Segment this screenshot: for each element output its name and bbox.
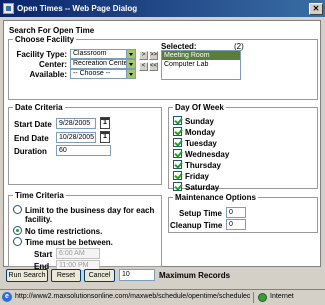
facility-type-select[interactable]: Classroom bbox=[70, 49, 136, 59]
saturday-label: Saturday bbox=[185, 183, 220, 192]
max-records-input[interactable]: 10 bbox=[119, 269, 155, 281]
time-between-label: Time must be between. bbox=[25, 238, 113, 247]
list-item[interactable]: Meeting Room bbox=[162, 51, 240, 60]
monday-label: Monday bbox=[185, 128, 216, 137]
business-day-label: Limit to the business day for each facil… bbox=[25, 206, 155, 224]
move-right-button[interactable]: > bbox=[139, 51, 148, 60]
security-zone: Internet bbox=[270, 293, 294, 300]
center-select[interactable]: Recreation Center bbox=[70, 59, 136, 69]
duration-input[interactable]: 60 bbox=[56, 145, 111, 156]
center-label: Center: bbox=[38, 60, 67, 69]
status-divider bbox=[253, 292, 254, 303]
reset-button[interactable]: Reset bbox=[51, 269, 81, 282]
time-between-radio[interactable] bbox=[13, 237, 22, 246]
status-bar: e http://www2.maxsolutionsonline.com/max… bbox=[0, 289, 325, 305]
center-value: Recreation Center bbox=[73, 60, 130, 67]
wednesday-checkbox[interactable] bbox=[173, 149, 182, 158]
thursday-checkbox[interactable] bbox=[173, 160, 182, 169]
friday-checkbox[interactable] bbox=[173, 171, 182, 180]
day-of-week-legend: Day Of Week bbox=[175, 103, 224, 112]
dialog-heading: Search For Open Time bbox=[9, 26, 95, 35]
tuesday-label: Tuesday bbox=[185, 139, 217, 148]
setup-time-input[interactable]: 0 bbox=[226, 207, 246, 218]
business-day-radio[interactable] bbox=[13, 205, 22, 214]
status-url: http://www2.maxsolutionsonline.com/maxwe… bbox=[15, 293, 250, 300]
start-date-input[interactable]: 9/28/2005 bbox=[56, 118, 96, 129]
close-button[interactable]: ✕ bbox=[309, 2, 323, 15]
available-value: -- Choose -- bbox=[73, 70, 111, 77]
chevron-down-icon bbox=[126, 60, 135, 68]
calendar-icon[interactable]: 1 bbox=[100, 131, 110, 143]
calendar-icon[interactable]: 1 bbox=[100, 117, 110, 129]
time-criteria-legend: Time Criteria bbox=[15, 191, 64, 200]
button-bar: Run Search Reset Cancel 10 Maximum Recor… bbox=[3, 268, 321, 284]
maintenance-options-legend: Maintenance Options bbox=[175, 193, 256, 202]
facility-type-value: Classroom bbox=[73, 50, 107, 57]
no-restrictions-label: No time restrictions. bbox=[25, 227, 103, 236]
duration-label: Duration bbox=[14, 147, 47, 156]
cleanup-time-label: Cleanup Time bbox=[170, 221, 223, 230]
window-title: Open Times -- Web Page Dialog bbox=[17, 4, 138, 13]
cancel-button[interactable]: Cancel bbox=[84, 269, 115, 282]
window-titlebar: Open Times -- Web Page Dialog ✕ bbox=[0, 0, 325, 17]
list-item[interactable]: Computer Lab bbox=[162, 60, 240, 69]
available-select[interactable]: -- Choose -- bbox=[70, 69, 136, 79]
move-left-button[interactable]: < bbox=[139, 62, 148, 71]
page-icon bbox=[3, 3, 14, 14]
friday-label: Friday bbox=[185, 172, 210, 181]
setup-time-label: Setup Time bbox=[179, 209, 222, 218]
move-all-left-button[interactable]: << bbox=[149, 62, 158, 71]
dialog-panel: Search For Open Time Choose Facility Fac… bbox=[3, 20, 321, 271]
chevron-down-icon bbox=[126, 50, 135, 58]
browser-page-icon: e bbox=[2, 292, 12, 302]
wednesday-label: Wednesday bbox=[185, 150, 230, 159]
globe-icon bbox=[258, 293, 267, 302]
sunday-checkbox[interactable] bbox=[173, 116, 182, 125]
sunday-label: Sunday bbox=[185, 117, 214, 126]
date-criteria-legend: Date Criteria bbox=[15, 103, 63, 112]
start-time-label: Start bbox=[34, 250, 53, 259]
start-time-input[interactable]: 6:00 AM bbox=[56, 248, 100, 259]
move-all-right-button[interactable]: >> bbox=[149, 51, 158, 60]
max-records-label: Maximum Records bbox=[159, 271, 231, 280]
available-label: Available: bbox=[29, 70, 68, 79]
facility-type-label: Facility Type: bbox=[16, 50, 67, 59]
thursday-label: Thursday bbox=[185, 161, 222, 170]
saturday-checkbox[interactable] bbox=[173, 182, 182, 191]
choose-facility-legend: Choose Facility bbox=[15, 35, 75, 44]
monday-checkbox[interactable] bbox=[173, 127, 182, 136]
end-date-label: End Date bbox=[14, 134, 49, 143]
cleanup-time-input[interactable]: 0 bbox=[226, 219, 246, 230]
chevron-down-icon bbox=[126, 70, 135, 78]
start-date-label: Start Date bbox=[14, 120, 52, 129]
end-date-input[interactable]: 10/28/2005 bbox=[56, 132, 96, 143]
tuesday-checkbox[interactable] bbox=[173, 138, 182, 147]
selected-facilities-list[interactable]: Meeting Room Computer Lab bbox=[161, 50, 241, 80]
run-search-button[interactable]: Run Search bbox=[6, 269, 48, 282]
no-restrictions-radio[interactable] bbox=[13, 226, 22, 235]
date-criteria-group: Date Criteria bbox=[8, 103, 162, 185]
